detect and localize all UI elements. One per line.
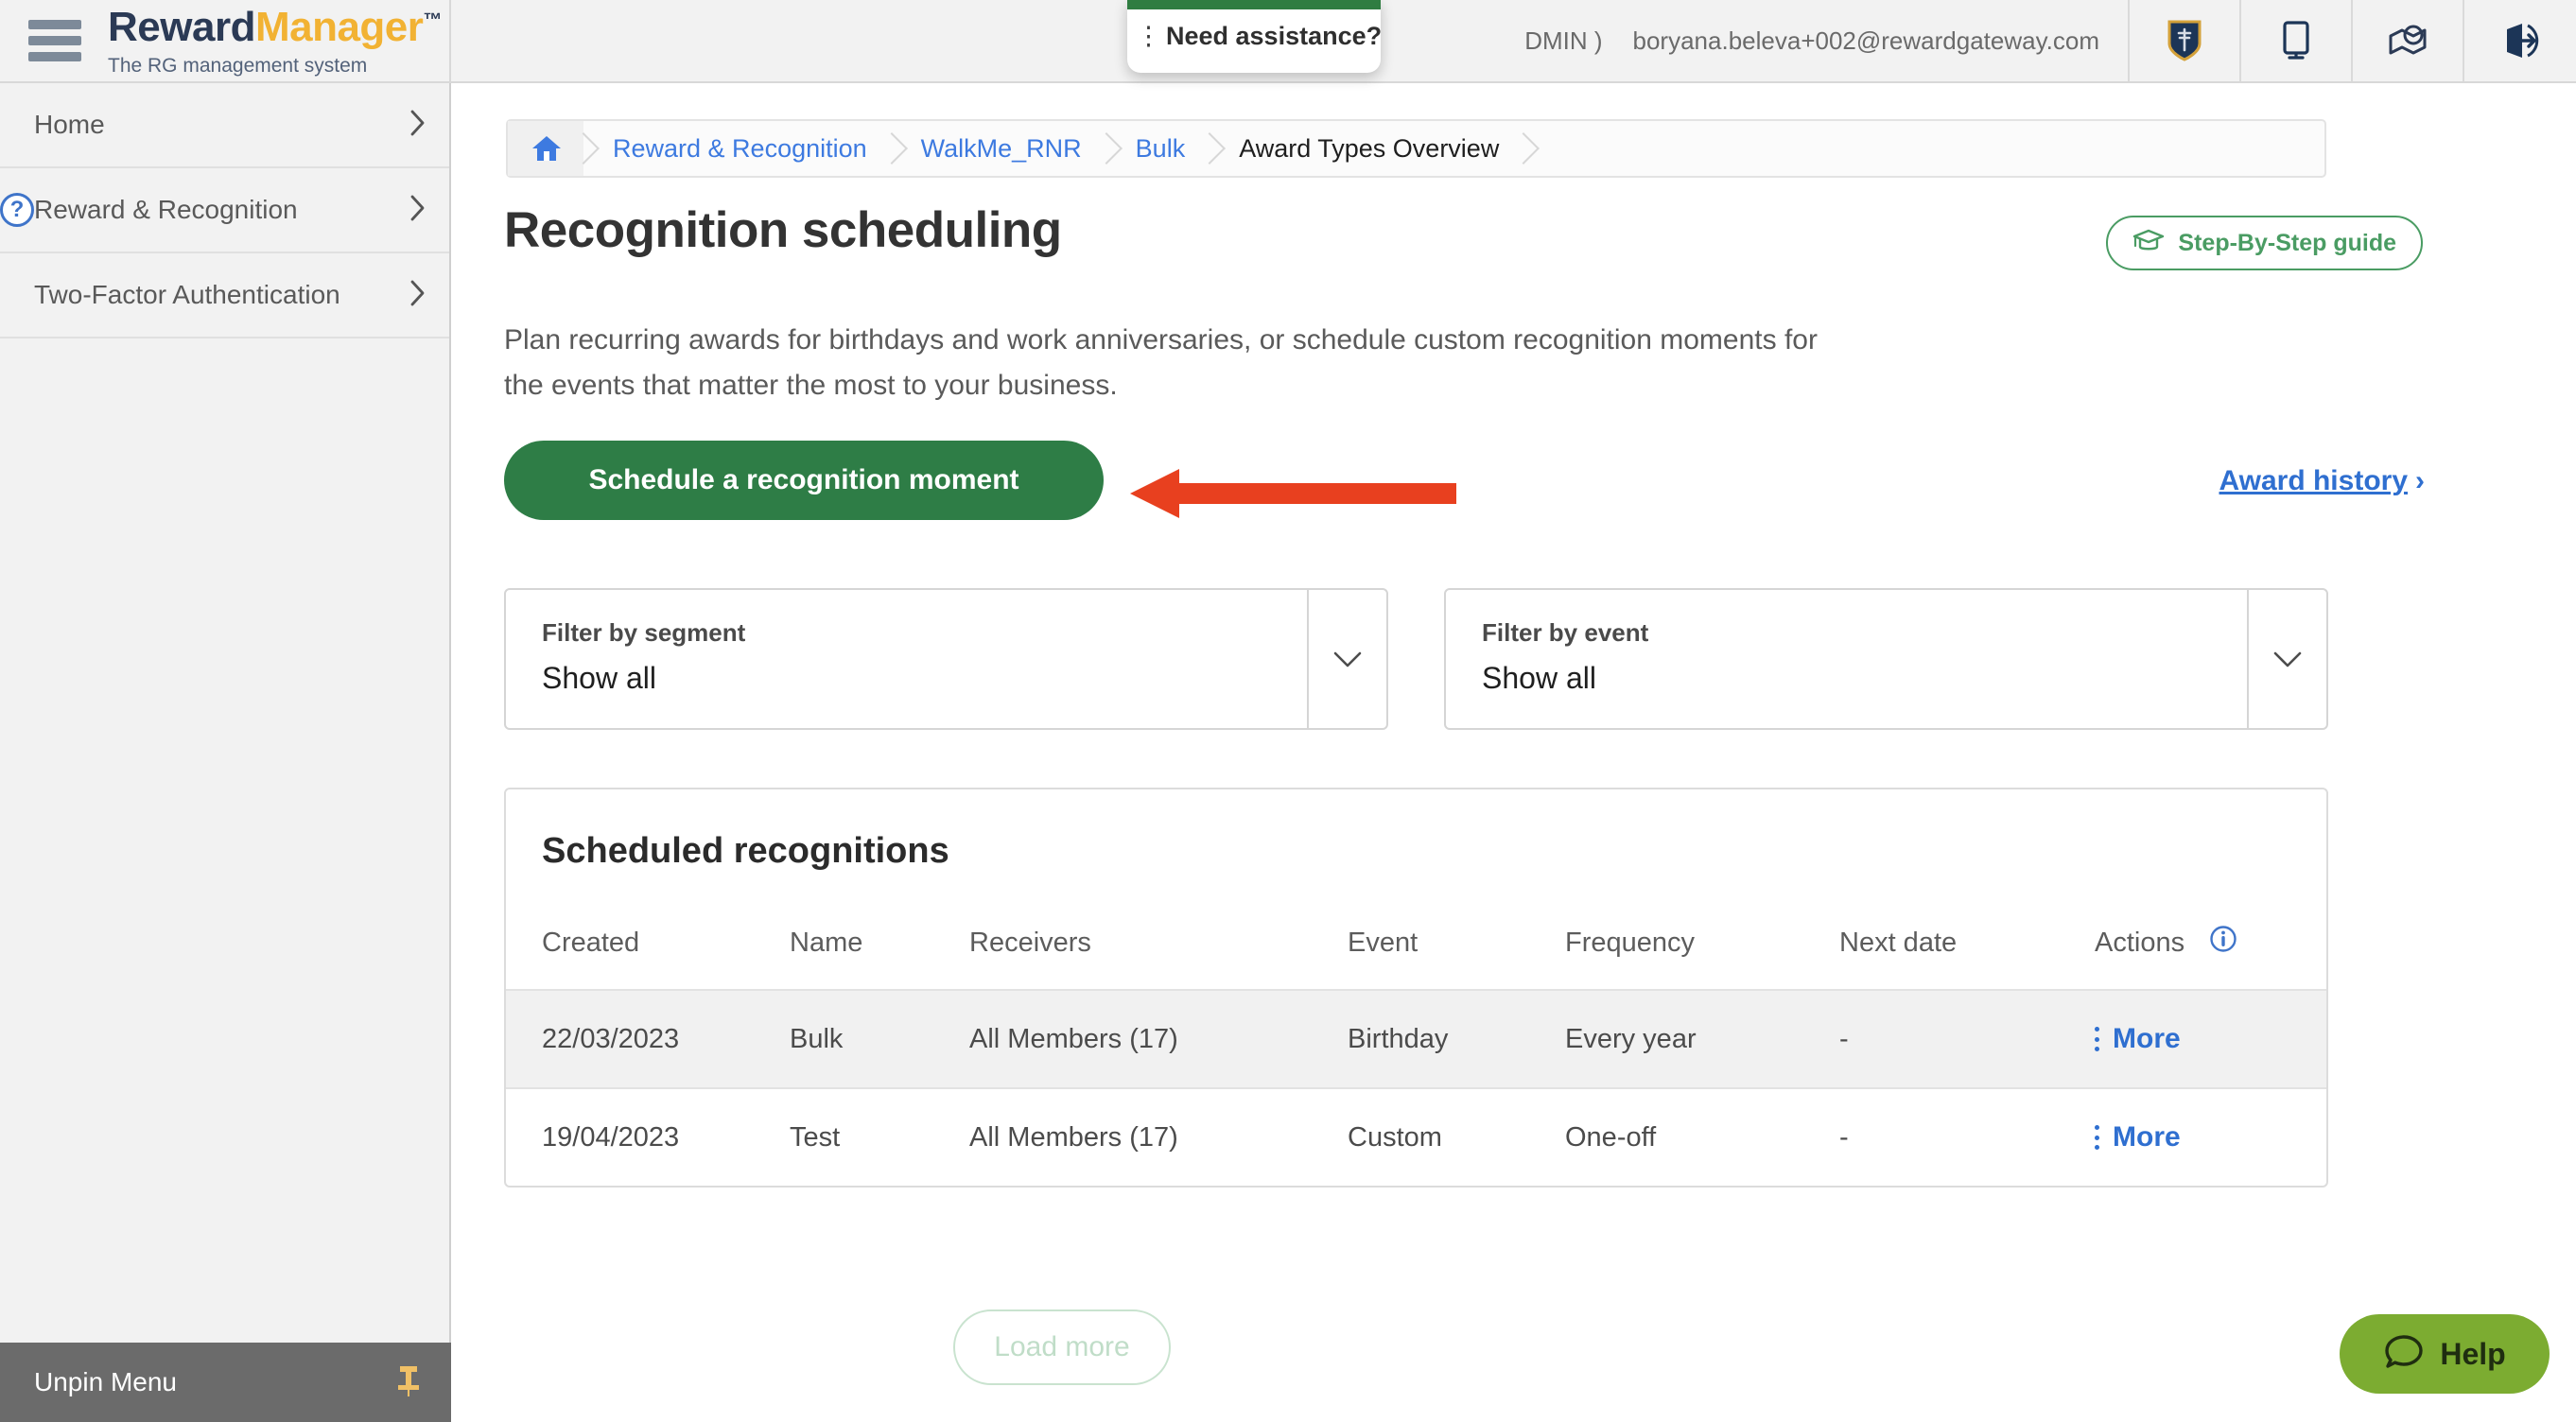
info-icon[interactable] xyxy=(2209,925,2237,961)
unpin-menu-button[interactable]: Unpin Menu xyxy=(0,1343,451,1422)
cell-name: Bulk xyxy=(790,1023,844,1054)
table-row[interactable]: 22/03/2023 Bulk All Members (17) Birthda… xyxy=(506,990,2326,1088)
map-icon[interactable] xyxy=(2353,0,2464,81)
brand-word-reward: Reward xyxy=(108,3,255,50)
sidebar: Home ? Reward & Recognition Two-Factor A… xyxy=(0,83,451,1422)
breadcrumb: Reward & Recognition WalkMe_RNR Bulk Awa… xyxy=(506,119,2326,178)
step-by-step-guide-button[interactable]: Step-By-Step guide xyxy=(2106,216,2423,270)
monitor-icon[interactable] xyxy=(2241,0,2353,81)
filter-by-segment-value: Show all xyxy=(542,661,656,695)
award-history-link[interactable]: Award history › xyxy=(2219,465,2426,497)
top-bar-right: DMIN ) boryana.beleva+002@rewardgateway.… xyxy=(451,0,2576,81)
scheduled-recognitions-title: Scheduled recognitions xyxy=(542,831,949,871)
breadcrumb-item-walkme-rnr[interactable]: WalkMe_RNR xyxy=(893,121,1106,176)
sidebar-item-label: Two-Factor Authentication xyxy=(34,280,340,309)
filter-by-event-select[interactable]: Filter by event Show all xyxy=(1444,588,2328,730)
chevron-right-icon xyxy=(408,278,426,313)
help-question-icon[interactable]: ? xyxy=(0,193,34,227)
cell-event: Birthday xyxy=(1348,1023,1449,1054)
brand-logo[interactable]: RewardManager™ The RG management system xyxy=(108,3,442,77)
hamburger-bar xyxy=(28,20,81,29)
column-header-frequency: Frequency xyxy=(1565,927,1696,958)
brand-title: RewardManager™ xyxy=(108,3,442,50)
column-header-event: Event xyxy=(1348,927,1419,958)
cell-actions: More xyxy=(2095,990,2326,1088)
kebab-icon: ⋮ xyxy=(1136,22,1161,50)
brand-word-manager: Manager xyxy=(254,3,424,50)
column-header-actions-label: Actions xyxy=(2095,927,2185,958)
page-title: Recognition scheduling xyxy=(504,202,1062,258)
column-header-name: Name xyxy=(790,927,863,958)
hamburger-bar xyxy=(28,52,81,61)
scheduled-recognitions-card: Scheduled recognitions Created Name Rece… xyxy=(504,788,2328,1188)
chevron-down-icon[interactable] xyxy=(1307,590,1386,728)
kebab-icon[interactable] xyxy=(2095,1027,2099,1051)
step-by-step-guide-label: Step-By-Step guide xyxy=(2178,229,2396,256)
cell-frequency: Every year xyxy=(1565,1023,1697,1054)
cell-next-date: - xyxy=(1839,1023,1849,1054)
column-header-next-date: Next date xyxy=(1839,927,1958,958)
breadcrumb-item-award-types-overview: Award Types Overview xyxy=(1239,133,1500,163)
chevron-right-icon: › xyxy=(2415,465,2425,496)
main-content: Reward & Recognition WalkMe_RNR Bulk Awa… xyxy=(453,83,2576,1422)
brand-trademark: ™ xyxy=(423,9,442,30)
graduation-cap-icon xyxy=(2132,228,2165,259)
cell-receivers: All Members (17) xyxy=(969,1023,1178,1054)
cell-name: Test xyxy=(790,1121,841,1153)
help-widget-label: Help xyxy=(2440,1336,2506,1371)
table-header-row: Created Name Receivers Event Frequency N… xyxy=(506,872,2326,990)
filter-by-event-body: Filter by event Show all xyxy=(1446,590,2247,728)
need-assistance-label: Need assistance? xyxy=(1166,22,1381,50)
sidebar-item-home[interactable]: Home xyxy=(0,83,449,168)
sidebar-item-reward-and-recognition[interactable]: ? Reward & Recognition xyxy=(0,168,449,253)
filter-by-segment-select[interactable]: Filter by segment Show all xyxy=(504,588,1388,730)
cell-created: 19/04/2023 xyxy=(542,1121,680,1153)
brand-subtitle: The RG management system xyxy=(108,54,368,77)
column-header-actions: Actions xyxy=(2095,872,2326,990)
admin-role-text: DMIN ) xyxy=(1524,26,1603,55)
cell-receivers: All Members (17) xyxy=(969,1121,1178,1153)
need-assistance-popup[interactable]: ⋮ Need assistance? xyxy=(1127,0,1381,73)
chevron-right-icon xyxy=(408,108,426,143)
sidebar-item-two-factor-authentication[interactable]: Two-Factor Authentication xyxy=(0,253,449,338)
schedule-recognition-moment-button[interactable]: Schedule a recognition moment xyxy=(504,441,1104,520)
breadcrumb-separator xyxy=(1523,121,1524,176)
column-header-receivers: Receivers xyxy=(969,927,1091,958)
cell-next-date: - xyxy=(1839,1121,1849,1153)
kebab-icon[interactable] xyxy=(2095,1125,2099,1150)
filter-by-event-label: Filter by event xyxy=(1482,618,1649,647)
more-action-link[interactable]: More xyxy=(2113,1121,2181,1153)
cell-actions: More xyxy=(2095,1088,2326,1186)
award-history-label: Award history xyxy=(2219,465,2409,496)
page-description: Plan recurring awards for birthdays and … xyxy=(504,324,1818,401)
chevron-down-icon[interactable] xyxy=(2247,590,2326,728)
table-header: Created Name Receivers Event Frequency N… xyxy=(506,872,2326,990)
column-header-created: Created xyxy=(542,927,640,958)
breadcrumb-item-reward-and-recognition[interactable]: Reward & Recognition xyxy=(584,121,892,176)
load-more-button[interactable]: Load more xyxy=(953,1309,1171,1385)
scheduled-recognitions-table: Created Name Receivers Event Frequency N… xyxy=(506,872,2326,1186)
shield-icon[interactable] xyxy=(2130,0,2241,81)
hamburger-menu-icon[interactable] xyxy=(28,20,81,61)
table-row[interactable]: 19/04/2023 Test All Members (17) Custom … xyxy=(506,1088,2326,1186)
sign-in-icon[interactable] xyxy=(2464,0,2576,81)
filter-by-segment-body: Filter by segment Show all xyxy=(506,590,1307,728)
table-body: 22/03/2023 Bulk All Members (17) Birthda… xyxy=(506,990,2326,1186)
sidebar-item-label: Reward & Recognition xyxy=(34,195,298,224)
more-action-link[interactable]: More xyxy=(2113,1023,2181,1055)
user-email[interactable]: boryana.beleva+002@rewardgateway.com xyxy=(1624,0,2130,81)
unpin-menu-label: Unpin Menu xyxy=(34,1367,177,1396)
hamburger-bar xyxy=(28,36,81,45)
cell-created: 22/03/2023 xyxy=(542,1023,680,1054)
chat-bubble-icon xyxy=(2383,1332,2425,1377)
pin-icon[interactable] xyxy=(394,1363,423,1402)
filter-by-segment-label: Filter by segment xyxy=(542,618,746,647)
filter-by-event-value: Show all xyxy=(1482,661,1596,695)
chevron-right-icon xyxy=(408,193,426,228)
brand-zone: RewardManager™ The RG management system xyxy=(0,0,451,81)
sidebar-item-label: Home xyxy=(34,110,105,139)
cell-event: Custom xyxy=(1348,1121,1442,1153)
cell-frequency: One-off xyxy=(1565,1121,1657,1153)
help-widget-button[interactable]: Help xyxy=(2340,1314,2550,1394)
